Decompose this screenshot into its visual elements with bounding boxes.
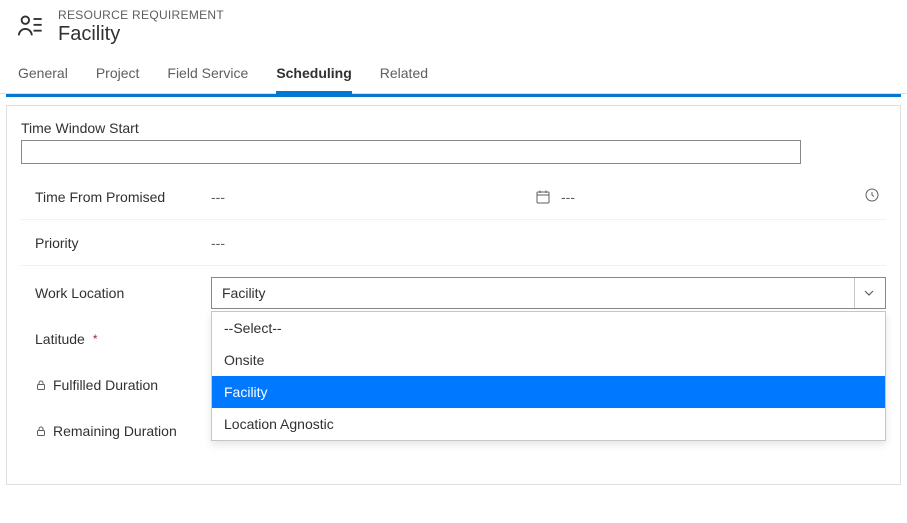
priority-value-text: ---: [211, 235, 225, 251]
calendar-icon[interactable]: [535, 189, 551, 205]
header-text: RESOURCE REQUIREMENT Facility: [58, 8, 224, 46]
page-title: Facility: [58, 22, 224, 46]
latitude-label: Latitude *: [21, 331, 211, 347]
form-panel: Time Window Start Time From Promised ---…: [6, 105, 901, 485]
work-location-row: Work Location Facility --Select-- Onsite…: [21, 270, 886, 316]
remaining-duration-label-text: Remaining Duration: [53, 423, 177, 439]
work-location-option-facility[interactable]: Facility: [212, 376, 885, 408]
tab-project[interactable]: Project: [96, 65, 140, 94]
chevron-down-icon: [854, 278, 875, 308]
tab-bar: General Project Field Service Scheduling…: [0, 50, 907, 94]
priority-value[interactable]: ---: [211, 235, 886, 251]
tab-active-underline: [6, 94, 901, 97]
header-eyebrow: RESOURCE REQUIREMENT: [58, 8, 224, 22]
priority-row: Priority ---: [21, 220, 886, 266]
work-location-option-select[interactable]: --Select--: [212, 312, 885, 344]
time-from-promised-value[interactable]: --- ---: [211, 187, 886, 206]
fulfilled-duration-label: Fulfilled Duration: [21, 377, 211, 393]
work-location-option-agnostic[interactable]: Location Agnostic: [212, 408, 885, 440]
time-from-promised-time-value: ---: [561, 189, 575, 205]
time-window-start-block: Time Window Start: [21, 120, 886, 164]
work-location-dropdown: --Select-- Onsite Facility Location Agno…: [211, 311, 886, 441]
tab-field-service[interactable]: Field Service: [167, 65, 248, 94]
page-header: RESOURCE REQUIREMENT Facility: [0, 0, 907, 50]
work-location-value: Facility --Select-- Onsite Facility Loca…: [211, 277, 886, 309]
work-location-selected-text: Facility: [222, 285, 266, 301]
lock-icon: [35, 425, 47, 437]
priority-label: Priority: [21, 235, 211, 251]
latitude-label-text: Latitude: [35, 331, 85, 347]
time-from-promised-row: Time From Promised --- ---: [21, 174, 886, 220]
tab-related[interactable]: Related: [380, 65, 428, 94]
tab-general[interactable]: General: [18, 65, 68, 94]
time-from-promised-label: Time From Promised: [21, 189, 211, 205]
remaining-duration-label: Remaining Duration: [21, 423, 211, 439]
time-window-start-label: Time Window Start: [21, 120, 886, 136]
resource-icon: [16, 12, 44, 40]
clock-icon[interactable]: [864, 187, 880, 203]
lock-icon: [35, 379, 47, 391]
time-window-start-input[interactable]: [21, 140, 801, 164]
work-location-option-onsite[interactable]: Onsite: [212, 344, 885, 376]
fulfilled-duration-label-text: Fulfilled Duration: [53, 377, 158, 393]
required-indicator: *: [93, 332, 98, 346]
work-location-select[interactable]: Facility: [211, 277, 886, 309]
tab-scheduling[interactable]: Scheduling: [276, 65, 351, 94]
work-location-label: Work Location: [21, 285, 211, 301]
time-from-promised-date-value: ---: [211, 189, 225, 205]
